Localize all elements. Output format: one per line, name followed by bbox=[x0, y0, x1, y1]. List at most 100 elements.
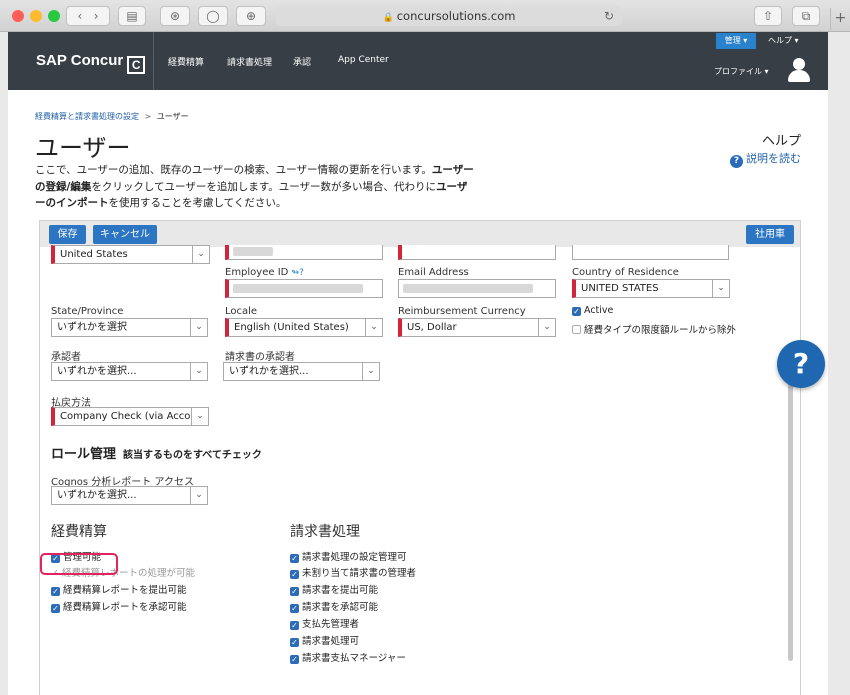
text-field-partial-2[interactable] bbox=[398, 245, 556, 260]
chevron-down-icon: ⌄ bbox=[192, 246, 209, 263]
nav-invoice[interactable]: 請求書処理 bbox=[227, 55, 272, 68]
extension-button[interactable]: ⊛ bbox=[160, 6, 190, 26]
country-residence-select[interactable]: UNITED STATES ⌄ bbox=[572, 279, 730, 298]
email-label: Email Address bbox=[398, 267, 469, 278]
state-value: いずれかを選択 bbox=[57, 322, 127, 333]
extension-button-2[interactable]: ◯ bbox=[198, 6, 228, 26]
read-description-link[interactable]: ? 説明を読む bbox=[730, 150, 801, 168]
role-invoice-config-checkbox[interactable]: ✓ 請求書処理の設定管理可 bbox=[290, 549, 407, 563]
chevron-down-icon: ⌄ bbox=[190, 363, 207, 380]
zoom-window-button[interactable] bbox=[48, 10, 60, 22]
checkmark-icon: ✓ bbox=[51, 604, 60, 613]
nav-expense[interactable]: 経費精算 bbox=[168, 55, 204, 68]
profile-menu[interactable]: プロファイル ▾ bbox=[714, 66, 769, 77]
role-vendor-manager-checkbox[interactable]: ✓ 支払先管理者 bbox=[290, 616, 359, 630]
chevron-down-icon: ▾ bbox=[794, 36, 799, 45]
currency-select[interactable]: US, Dollar ⌄ bbox=[398, 318, 556, 337]
role-management-subtitle: 該当するものをすべてチェック bbox=[123, 450, 262, 461]
checkmark-icon: ✓ bbox=[290, 655, 299, 664]
desc-text-3: を使用することを考慮してください。 bbox=[108, 197, 287, 209]
locale-label: Locale bbox=[225, 306, 258, 317]
cancel-button[interactable]: キャンセル bbox=[93, 225, 157, 244]
chevron-down-icon: ⌄ bbox=[362, 363, 379, 380]
role-submit-report-checkbox[interactable]: ✓ 経費精算レポートを提出可能 bbox=[51, 582, 187, 596]
extension-button-3[interactable]: ⊕ bbox=[236, 6, 266, 26]
role-label: 請求書支払マネージャー bbox=[302, 653, 406, 664]
cognos-value: いずれかを選択... bbox=[57, 490, 137, 501]
text-field-partial-1[interactable] bbox=[225, 245, 383, 260]
text-field-partial-3[interactable] bbox=[572, 245, 729, 260]
checkmark-icon: ✓ bbox=[290, 554, 299, 563]
role-submit-invoice-checkbox[interactable]: ✓ 請求書を提出可能 bbox=[290, 582, 378, 596]
breadcrumb-separator: > bbox=[144, 112, 152, 121]
help-menu[interactable]: ヘルプ ▾ bbox=[768, 35, 799, 46]
shield-extension-icon: ◯ bbox=[206, 9, 220, 23]
checkmark-icon: ✓ bbox=[290, 638, 299, 647]
address-bar[interactable]: 🔒 concursolutions.com ↻ bbox=[276, 6, 622, 26]
state-select[interactable]: いずれかを選択 ⌄ bbox=[51, 318, 208, 337]
sidebar-toggle-button[interactable]: ▤ bbox=[118, 6, 146, 26]
save-button[interactable]: 保存 bbox=[49, 225, 86, 244]
currency-label: Reimbursement Currency bbox=[398, 306, 526, 317]
country-select[interactable]: United States ⌄ bbox=[51, 245, 210, 264]
role-approve-report-checkbox[interactable]: ✓ 経費精算レポートを承認可能 bbox=[51, 599, 187, 613]
payment-method-value: Company Check (via Accour bbox=[60, 411, 201, 422]
help-circle-icon: ? bbox=[730, 155, 743, 168]
role-label: 請求書処理の設定管理可 bbox=[302, 552, 407, 563]
breadcrumb-parent-link[interactable]: 経費精算と請求書処理の設定 bbox=[35, 112, 139, 121]
chevron-down-icon: ▾ bbox=[764, 67, 769, 76]
globe-extension-icon: ⊕ bbox=[245, 9, 257, 23]
minimize-window-button[interactable] bbox=[30, 10, 42, 22]
admin-menu-button[interactable]: 管理 ▾ bbox=[716, 33, 756, 49]
help-fab-button[interactable]: ? bbox=[777, 340, 825, 388]
email-input[interactable] bbox=[398, 279, 556, 298]
desc-text-1: ここで、ユーザーの追加、既存のユーザーの検索、ユーザー情報の更新を行います。 bbox=[35, 164, 432, 176]
chevron-down-icon: ⌄ bbox=[191, 408, 208, 425]
country-residence-label: Country of Residence bbox=[572, 267, 679, 278]
form-scrollbar[interactable] bbox=[788, 361, 793, 661]
locale-select[interactable]: English (United States) ⌄ bbox=[225, 318, 383, 337]
url-text: concursolutions.com bbox=[396, 9, 516, 23]
nav-approval[interactable]: 承認 bbox=[293, 55, 311, 68]
approver-select[interactable]: いずれかを選択... ⌄ bbox=[51, 362, 208, 381]
role-unassigned-invoice-checkbox[interactable]: ✓ 未割り当て請求書の管理者 bbox=[290, 565, 416, 579]
share-button[interactable]: ⇧ bbox=[754, 6, 782, 26]
new-tab-button[interactable]: + bbox=[830, 8, 850, 30]
checkmark-icon: ✓ bbox=[290, 604, 299, 613]
role-invoice-processor-checkbox[interactable]: ✓ 請求書処理可 bbox=[290, 633, 359, 647]
close-window-button[interactable] bbox=[12, 10, 24, 22]
admin-label: 管理 bbox=[724, 36, 741, 45]
exclude-limit-checkbox[interactable]: 経費タイプの限度額ルールから除外 bbox=[572, 322, 736, 336]
invoice-approver-label: 請求書の承認者 bbox=[225, 352, 295, 363]
tabs-overview-button[interactable]: ⧉ bbox=[792, 6, 820, 26]
role-approve-invoice-checkbox[interactable]: ✓ 請求書を承認可能 bbox=[290, 599, 378, 613]
avatar-icon[interactable] bbox=[788, 58, 810, 82]
payment-method-select[interactable]: Company Check (via Accour ⌄ bbox=[51, 407, 209, 426]
help-heading: ヘルプ bbox=[762, 134, 802, 149]
invoice-approver-select[interactable]: いずれかを選択... ⌄ bbox=[223, 362, 380, 381]
sap-concur-logo[interactable]: SAP Concur C bbox=[36, 52, 146, 74]
country-residence-value: UNITED STATES bbox=[581, 283, 659, 294]
logo-text: SAP Concur bbox=[36, 52, 124, 69]
state-label: State/Province bbox=[51, 306, 124, 317]
reload-icon[interactable]: ↻ bbox=[604, 6, 614, 26]
cognos-select[interactable]: いずれかを選択... ⌄ bbox=[51, 486, 208, 505]
role-label: 経費精算レポートを承認可能 bbox=[63, 602, 187, 613]
employee-id-input[interactable] bbox=[225, 279, 383, 298]
desc-text-2: をクリックしてユーザーを追加します。ユーザー数が多い場合、代わりに bbox=[91, 180, 437, 193]
employee-id-label: Employee ID ↬? bbox=[225, 267, 304, 278]
checkmark-icon: ✓ bbox=[51, 587, 60, 596]
back-forward-buttons[interactable]: ‹ › bbox=[66, 6, 110, 26]
forward-icon[interactable]: › bbox=[94, 9, 99, 23]
checkmark-icon: ✓ bbox=[290, 587, 299, 596]
employee-id-info-icon[interactable]: ↬? bbox=[292, 268, 304, 278]
active-checkbox[interactable]: ✓ Active bbox=[572, 305, 613, 316]
role-payment-manager-checkbox[interactable]: ✓ 請求書支払マネージャー bbox=[290, 650, 406, 664]
checkbox-empty-icon bbox=[572, 325, 581, 334]
back-icon[interactable]: ‹ bbox=[77, 9, 82, 23]
user-form-panel: 保存 キャンセル 社用車 United States ⌄ Employee ID… bbox=[39, 220, 801, 695]
company-car-button[interactable]: 社用車 bbox=[746, 225, 794, 244]
page-content: 経費精算と請求書処理の設定 > ユーザー ユーザー ヘルプ ? 説明を読む ここで… bbox=[8, 90, 828, 695]
nav-app-center[interactable]: App Center bbox=[338, 55, 389, 65]
breadcrumb-current: ユーザー bbox=[156, 112, 189, 121]
